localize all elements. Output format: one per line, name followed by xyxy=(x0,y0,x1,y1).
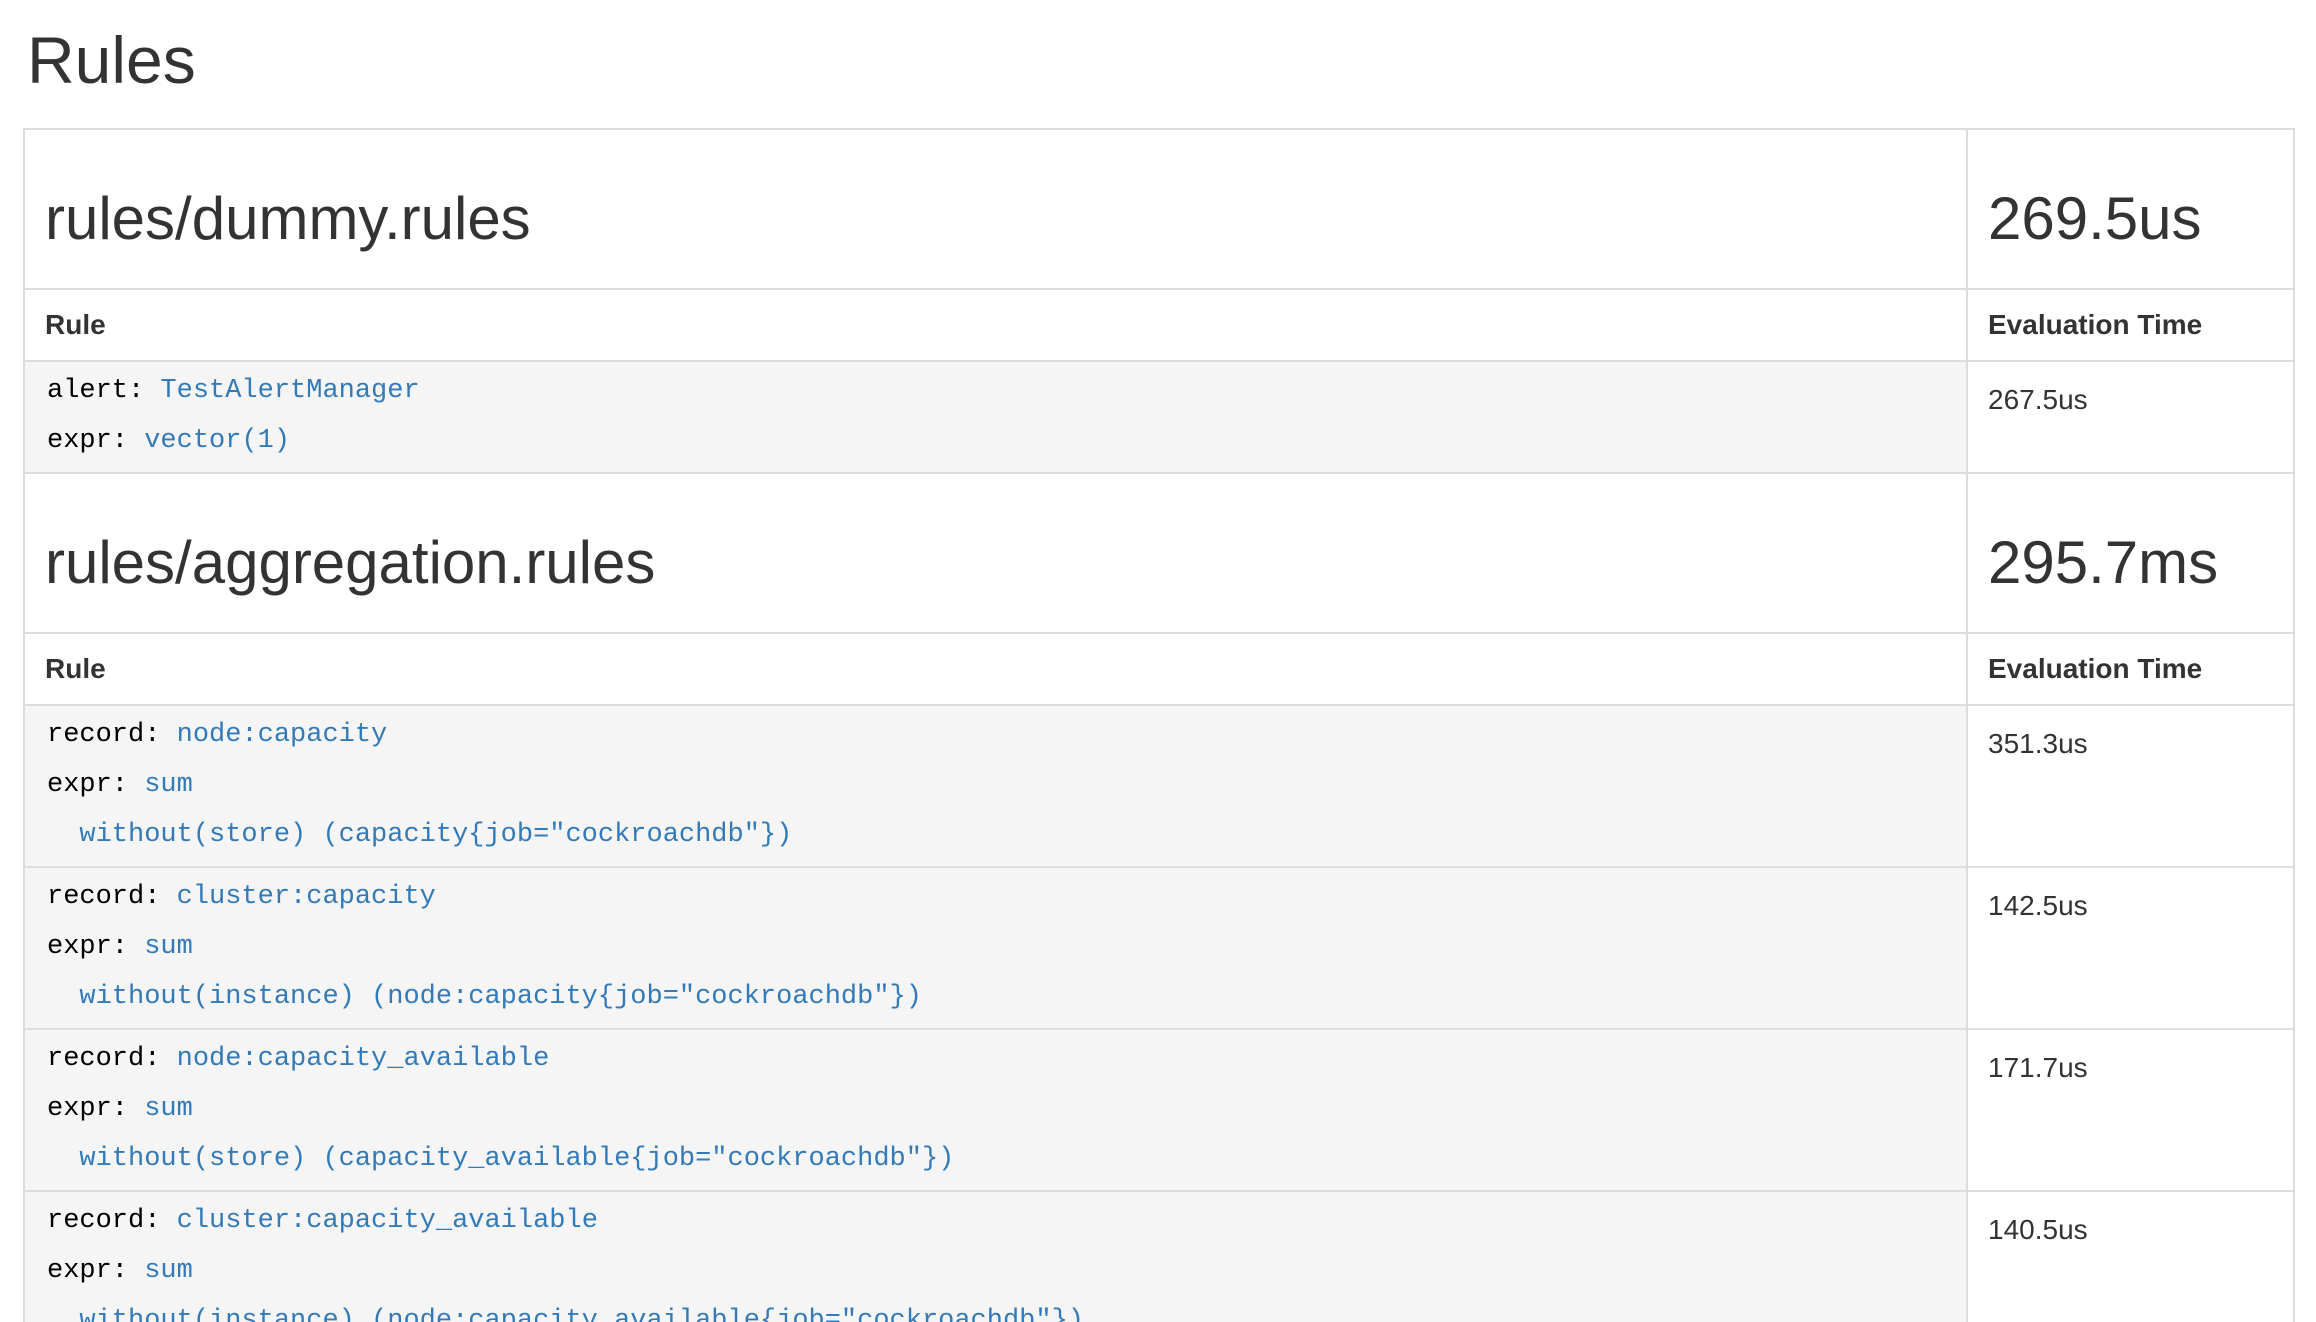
expr-link-continuation[interactable]: without(instance) (node:capacity{job="co… xyxy=(47,982,922,1012)
rule-key: alert: xyxy=(47,376,160,406)
rule-eval-time: 351.3us xyxy=(1967,705,2294,867)
rule-cell: alert: TestAlertManager expr: vector(1) xyxy=(24,361,1967,473)
expr-link[interactable]: vector(1) xyxy=(144,426,290,456)
record-name-link[interactable]: cluster:capacity xyxy=(177,882,436,912)
rules-page: Rules rules/dummy.rules 269.5us Rule Eva… xyxy=(0,24,2316,1322)
expr-link[interactable]: sum xyxy=(144,770,193,800)
expr-link-continuation[interactable]: without(instance) (node:capacity_availab… xyxy=(47,1306,1084,1322)
rule-key: expr: xyxy=(47,426,144,456)
rule-key: record: xyxy=(47,720,177,750)
group-file-cell: rules/aggregation.rules xyxy=(24,473,1967,633)
rule-key: expr: xyxy=(47,770,144,800)
expr-link-continuation[interactable]: without(store) (capacity{job="cockroachd… xyxy=(47,820,792,850)
rule-cell: record: cluster:capacity expr: sum witho… xyxy=(24,867,1967,1029)
column-header-row: Rule Evaluation Time xyxy=(24,633,2294,705)
group-file-cell: rules/dummy.rules xyxy=(24,129,1967,289)
rule-column-header: Rule xyxy=(24,289,1967,361)
rules-table: rules/dummy.rules 269.5us Rule Evaluatio… xyxy=(23,128,2295,1322)
rule-row: record: node:capacity expr: sum without(… xyxy=(24,705,2294,867)
rule-eval-time: 142.5us xyxy=(1967,867,2294,1029)
rule-key: record: xyxy=(47,1044,177,1074)
rule-key: record: xyxy=(47,882,177,912)
expr-link[interactable]: sum xyxy=(144,1256,193,1286)
column-header-row: Rule Evaluation Time xyxy=(24,289,2294,361)
group-header-row: rules/aggregation.rules 295.7ms xyxy=(24,473,2294,633)
group-header-row: rules/dummy.rules 269.5us xyxy=(24,129,2294,289)
record-name-link[interactable]: cluster:capacity_available xyxy=(177,1206,598,1236)
page-title: Rules xyxy=(27,24,2293,96)
rule-code: record: cluster:capacity_available expr:… xyxy=(47,1196,1946,1322)
rule-eval-time: 171.7us xyxy=(1967,1029,2294,1191)
group-eval-time-cell: 269.5us xyxy=(1967,129,2294,289)
rule-key: expr: xyxy=(47,932,144,962)
rule-code: record: cluster:capacity expr: sum witho… xyxy=(47,872,1946,1022)
rule-cell: record: cluster:capacity_available expr:… xyxy=(24,1191,1967,1322)
rule-key: expr: xyxy=(47,1094,144,1124)
rule-eval-time: 267.5us xyxy=(1967,361,2294,473)
rule-row: record: cluster:capacity expr: sum witho… xyxy=(24,867,2294,1029)
rule-key: record: xyxy=(47,1206,177,1236)
rule-code: record: node:capacity_available expr: su… xyxy=(47,1034,1946,1184)
rule-code: record: node:capacity expr: sum without(… xyxy=(47,710,1946,860)
group-file-name: rules/aggregation.rules xyxy=(45,530,1946,596)
rule-cell: record: node:capacity expr: sum without(… xyxy=(24,705,1967,867)
rule-eval-time: 140.5us xyxy=(1967,1191,2294,1322)
rule-cell: record: node:capacity_available expr: su… xyxy=(24,1029,1967,1191)
expr-link[interactable]: sum xyxy=(144,1094,193,1124)
record-name-link[interactable]: node:capacity_available xyxy=(177,1044,550,1074)
rule-code: alert: TestAlertManager expr: vector(1) xyxy=(47,366,1946,466)
expr-link[interactable]: sum xyxy=(144,932,193,962)
rule-row: record: node:capacity_available expr: su… xyxy=(24,1029,2294,1191)
group-eval-time: 269.5us xyxy=(1988,186,2273,252)
evaluation-time-column-header: Evaluation Time xyxy=(1967,289,2294,361)
expr-link-continuation[interactable]: without(store) (capacity_available{job="… xyxy=(47,1144,954,1174)
group-eval-time-cell: 295.7ms xyxy=(1967,473,2294,633)
group-eval-time: 295.7ms xyxy=(1988,530,2273,596)
alert-name-link[interactable]: TestAlertManager xyxy=(160,376,419,406)
record-name-link[interactable]: node:capacity xyxy=(177,720,388,750)
rule-row: record: cluster:capacity_available expr:… xyxy=(24,1191,2294,1322)
group-file-name: rules/dummy.rules xyxy=(45,186,1946,252)
rule-row: alert: TestAlertManager expr: vector(1) … xyxy=(24,361,2294,473)
rule-key: expr: xyxy=(47,1256,144,1286)
evaluation-time-column-header: Evaluation Time xyxy=(1967,633,2294,705)
rule-column-header: Rule xyxy=(24,633,1967,705)
